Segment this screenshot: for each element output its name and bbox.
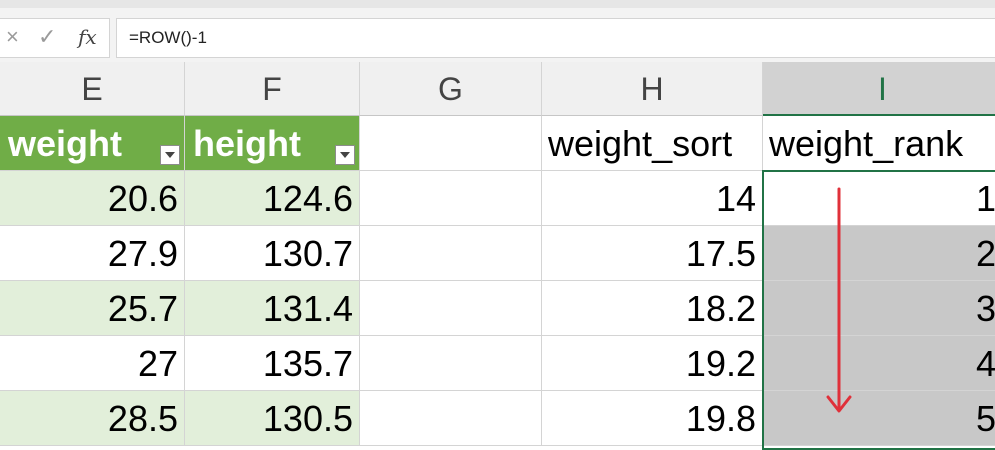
column-header-h[interactable]: H — [542, 62, 763, 116]
header-cell-weight-rank[interactable]: weight_rank — [763, 116, 995, 171]
header-cell-weight-sort[interactable]: weight_sort — [542, 116, 763, 171]
cell-g[interactable] — [360, 336, 542, 391]
cell-height[interactable]: 130.5 — [185, 391, 360, 446]
down-arrow-icon — [826, 187, 852, 413]
header-cell-height[interactable]: height — [185, 116, 360, 171]
cell-weight[interactable]: 28.5 — [0, 391, 185, 446]
cancel-icon[interactable]: × — [6, 23, 19, 51]
filter-dropdown-height-icon[interactable] — [335, 145, 355, 165]
insert-function-icon[interactable]: fx — [78, 23, 97, 51]
cell-weight-sort[interactable]: 17.5 — [542, 226, 763, 281]
cell-g1[interactable] — [360, 116, 542, 171]
cell-g[interactable] — [360, 226, 542, 281]
cell-weight-sort[interactable]: 14 — [542, 171, 763, 226]
cell-height[interactable]: 130.7 — [185, 226, 360, 281]
ribbon-edge — [0, 0, 995, 8]
formula-input[interactable]: =ROW()-1 — [116, 18, 995, 58]
cell-weight-rank[interactable]: 5 — [763, 391, 995, 446]
formula-bar: × ✓ fx =ROW()-1 — [0, 8, 995, 62]
column-header-i[interactable]: I — [763, 62, 995, 116]
column-header-f[interactable]: F — [185, 62, 360, 116]
cell-height[interactable]: 131.4 — [185, 281, 360, 336]
cell-weight[interactable]: 25.7 — [0, 281, 185, 336]
header-label-weight: weight — [8, 123, 122, 164]
column-header-e[interactable]: E — [0, 62, 185, 116]
formula-bar-buttons: × ✓ fx — [0, 18, 110, 58]
header-label-height: height — [193, 123, 301, 164]
cell-weight-sort[interactable]: 18.2 — [542, 281, 763, 336]
cell-height[interactable]: 124.6 — [185, 171, 360, 226]
cell-g[interactable] — [360, 391, 542, 446]
cell-weight-sort[interactable]: 19.2 — [542, 336, 763, 391]
cell-g[interactable] — [360, 281, 542, 336]
header-cell-weight[interactable]: weight — [0, 116, 185, 171]
cell-weight-rank[interactable]: 4 — [763, 336, 995, 391]
cell-weight-rank[interactable]: 2 — [763, 226, 995, 281]
cell-weight-sort[interactable]: 19.8 — [542, 391, 763, 446]
cell-g[interactable] — [360, 171, 542, 226]
filter-dropdown-weight-icon[interactable] — [160, 145, 180, 165]
cell-weight-rank[interactable]: 1 — [763, 171, 995, 226]
cell-height[interactable]: 135.7 — [185, 336, 360, 391]
cell-weight[interactable]: 27 — [0, 336, 185, 391]
cell-weight-rank[interactable]: 3 — [763, 281, 995, 336]
cell-weight[interactable]: 27.9 — [0, 226, 185, 281]
cell-weight[interactable]: 20.6 — [0, 171, 185, 226]
column-header-g[interactable]: G — [360, 62, 542, 116]
enter-check-icon[interactable]: ✓ — [38, 23, 56, 51]
